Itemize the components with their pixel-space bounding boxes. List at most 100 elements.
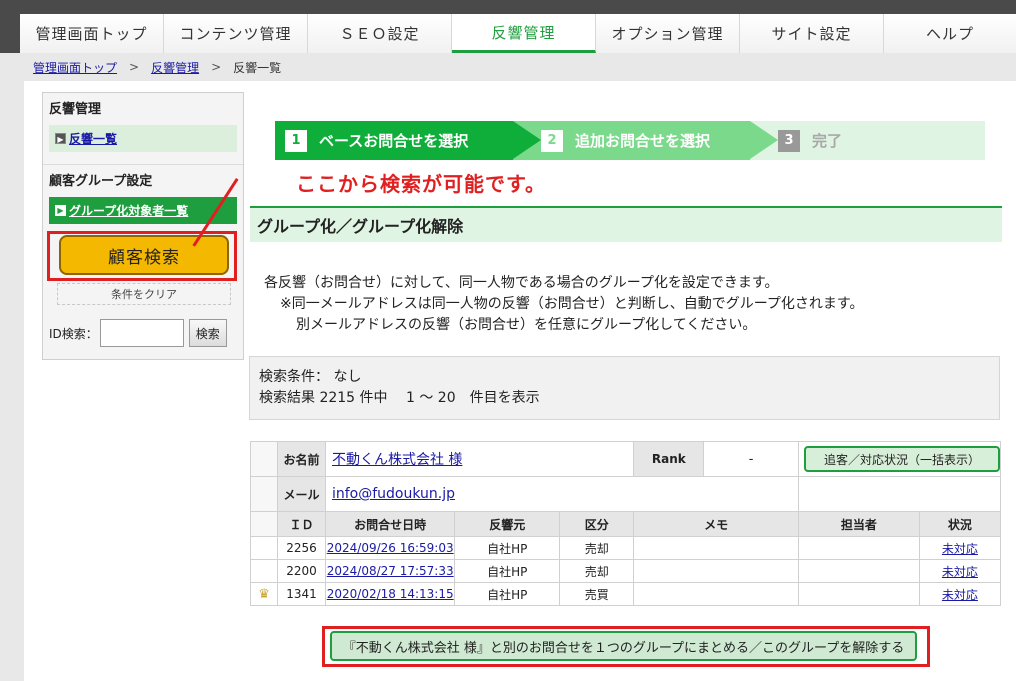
breadcrumb: 管理画面トップ > 反響管理 > 反響一覧 xyxy=(0,53,1016,81)
table-header: 担当者 xyxy=(797,511,920,537)
table-header-row: ＩＤ お問合せ日時 反響元 区分 メモ 担当者 状況 xyxy=(249,511,1002,537)
email-link[interactable]: info@fudoukun.jp xyxy=(332,486,455,502)
step-number: 3 xyxy=(778,129,800,152)
crown-icon: ♛ xyxy=(258,586,270,602)
annotation-highlight-box xyxy=(322,626,930,667)
nav-bar: 管理画面トップ コンテンツ管理 ＳＥＯ設定 反響管理 オプション管理 サイト設定… xyxy=(20,14,1016,53)
status-button-cell: 追客／対応状況（一括表示） xyxy=(797,441,1002,477)
table-header: 反響元 xyxy=(454,511,561,537)
description-line: ※同一メールアドレスは同一人物の反響（お問合せ）と判断し、自動でグループ化されま… xyxy=(280,296,864,312)
status-link[interactable]: 未対応 xyxy=(942,565,978,579)
search-conditions-box: 検索条件： なし 検索結果 2215 件中 1 ～ 20 件目を表示 xyxy=(249,356,1000,420)
step-number: 1 xyxy=(285,129,307,152)
table-cell xyxy=(249,536,279,560)
table-header: 区分 xyxy=(559,511,635,537)
customer-name-link[interactable]: 不動くん株式会社 様 xyxy=(332,452,462,468)
description-line: 各反響（お問合せ）に対して、同一人物である場合のグループ化を設定できます。 xyxy=(264,275,779,291)
step-label: ベースお問合せを選択 xyxy=(319,132,469,150)
sidebar-heading-customer-group: 顧客グループ設定 xyxy=(49,174,153,189)
memo-cell xyxy=(633,559,799,583)
table-header: メモ xyxy=(633,511,799,537)
nav-item-contents[interactable]: コンテンツ管理 xyxy=(164,14,308,53)
staff-cell xyxy=(797,582,920,606)
status-cell: 未対応 xyxy=(918,536,1002,560)
rank-value: - xyxy=(703,441,799,477)
description-line: 別メールアドレスの反響（お問合せ）を任意にグループ化してください。 xyxy=(296,317,757,333)
name-row: お名前 不動くん株式会社 様 Rank - 追客／対応状況（一括表示） xyxy=(249,441,1002,477)
search-result-count: 検索結果 2215 件中 1 ～ 20 件目を表示 xyxy=(259,390,540,406)
table-cell xyxy=(797,476,1002,512)
kind-cell: 売却 xyxy=(559,536,635,560)
table-row[interactable]: ♛ 1341 2020/02/18 14:13:15 自社HP 売買 未対応 xyxy=(249,582,1002,606)
status-cell: 未対応 xyxy=(918,582,1002,606)
inquiry-date-link[interactable]: 2024/08/27 17:57:33 xyxy=(327,564,454,578)
sidebar-item-label[interactable]: グループ化対象者一覧 xyxy=(69,202,188,219)
status-link[interactable]: 未対応 xyxy=(942,588,978,602)
kind-cell: 売却 xyxy=(559,559,635,583)
rank-label: Rank xyxy=(633,441,705,477)
name-label: お名前 xyxy=(277,441,326,477)
id-search-input[interactable] xyxy=(99,319,184,347)
breadcrumb-section-link[interactable]: 反響管理 xyxy=(151,59,199,76)
step-label: 追加お問合せを選択 xyxy=(575,132,711,150)
id-search-button[interactable]: 検索 xyxy=(188,319,227,347)
clear-conditions-button[interactable]: 条件をクリア xyxy=(57,283,231,305)
id-cell: 1341 xyxy=(277,582,326,606)
section-title: グループ化／グループ化解除 xyxy=(250,206,1002,242)
memo-cell xyxy=(633,536,799,560)
memo-cell xyxy=(633,582,799,606)
source-cell: 自社HP xyxy=(454,582,561,606)
mail-label: メール xyxy=(277,476,326,512)
breadcrumb-current: 反響一覧 xyxy=(233,60,282,75)
step-2: 2 追加お問合せを選択 xyxy=(513,121,750,160)
nav-item-help[interactable]: ヘルプ xyxy=(884,14,1016,53)
triangle-right-icon: ▶ xyxy=(55,205,66,216)
sidebar-heading-inquiries: 反響管理 xyxy=(49,102,102,117)
status-link[interactable]: 未対応 xyxy=(942,542,978,556)
nav-item-dashboard[interactable]: 管理画面トップ xyxy=(20,14,164,53)
table-row[interactable]: 2256 2024/09/26 16:59:03 自社HP 売却 未対応 xyxy=(249,536,1002,560)
inquiry-date-link[interactable]: 2024/09/26 16:59:03 xyxy=(327,541,454,555)
table-cell: ♛ xyxy=(249,582,279,606)
sidebar-item-label[interactable]: 反響一覧 xyxy=(69,130,117,147)
table-row[interactable]: 2200 2024/08/27 17:57:33 自社HP 売却 未対応 xyxy=(249,559,1002,583)
step-arrow xyxy=(750,121,778,159)
sidebar-item-inquiry-list[interactable]: ▶ 反響一覧 xyxy=(49,125,237,152)
step-indicator: 3 完了 2 追加お問合せを選択 1 ベースお問合せを選択 xyxy=(275,121,985,160)
step-label: 完了 xyxy=(812,132,843,150)
nav-item-options[interactable]: オプション管理 xyxy=(596,14,740,53)
table-header: 状況 xyxy=(918,511,1002,537)
inquiry-date-link[interactable]: 2020/02/18 14:13:15 xyxy=(327,587,454,601)
step-number: 2 xyxy=(541,129,563,152)
table-header: ＩＤ xyxy=(277,511,326,537)
staff-cell xyxy=(797,536,920,560)
sidebar: 反響管理 ▶ 反響一覧 顧客グループ設定 ▶ グループ化対象者一覧 顧客検索 条… xyxy=(42,92,244,360)
nav-item-site-settings[interactable]: サイト設定 xyxy=(740,14,884,53)
id-cell: 2256 xyxy=(277,536,326,560)
search-conditions-text: 検索条件： なし xyxy=(259,369,362,385)
triangle-right-icon: ▶ xyxy=(55,133,66,144)
id-cell: 2200 xyxy=(277,559,326,583)
table-cell xyxy=(249,476,279,512)
breadcrumb-home-link[interactable]: 管理画面トップ xyxy=(33,59,117,76)
step-arrow xyxy=(513,121,541,159)
date-cell: 2020/02/18 14:13:15 xyxy=(324,582,456,606)
id-search-label: ID検索： xyxy=(49,326,98,341)
result-table: お名前 不動くん株式会社 様 Rank - 追客／対応状況（一括表示） メール … xyxy=(249,441,1002,606)
nav-item-seo[interactable]: ＳＥＯ設定 xyxy=(308,14,452,53)
breadcrumb-separator: > xyxy=(211,60,222,74)
date-cell: 2024/08/27 17:57:33 xyxy=(324,559,456,583)
breadcrumb-separator: > xyxy=(129,60,140,74)
nav-item-inquiries[interactable]: 反響管理 xyxy=(452,14,596,53)
table-cell xyxy=(249,559,279,583)
table-cell xyxy=(249,441,279,477)
date-cell: 2024/09/26 16:59:03 xyxy=(324,536,456,560)
table-header xyxy=(249,511,279,537)
source-cell: 自社HP xyxy=(454,559,561,583)
follow-up-status-button[interactable]: 追客／対応状況（一括表示） xyxy=(803,446,1000,472)
status-cell: 未対応 xyxy=(918,559,1002,583)
source-cell: 自社HP xyxy=(454,536,561,560)
name-cell: 不動くん株式会社 様 xyxy=(324,441,635,477)
step-1: 1 ベースお問合せを選択 xyxy=(275,121,513,160)
step-3: 3 完了 xyxy=(750,121,985,160)
